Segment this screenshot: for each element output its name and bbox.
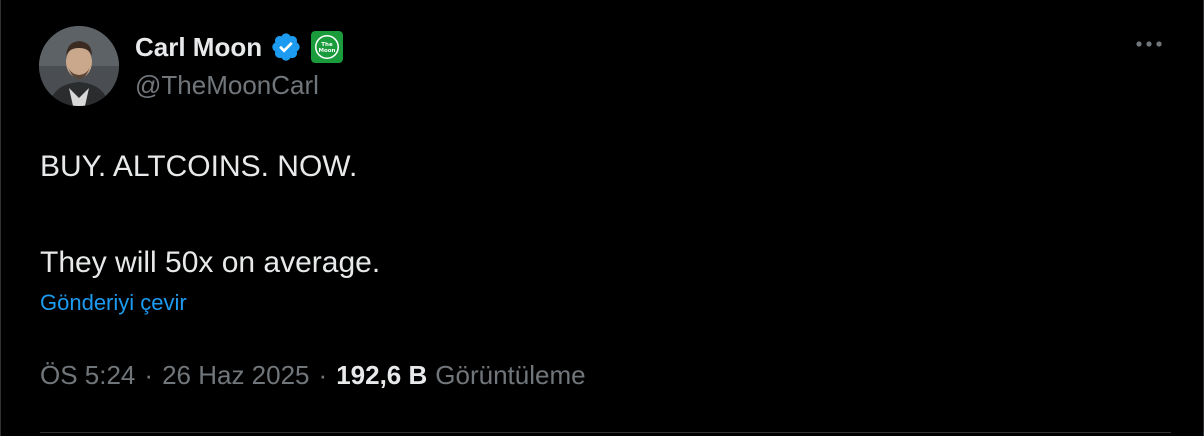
more-options-icon[interactable] [1129, 30, 1169, 58]
svg-text:Moon: Moon [319, 48, 336, 54]
tweet-time[interactable]: ÖS 5:24 [40, 360, 135, 391]
tweet-meta: ÖS 5:24 · 26 Haz 2025 · 192,6 B Görüntül… [40, 360, 586, 391]
views-label: Görüntüleme [435, 360, 586, 390]
the-moon-affiliate-badge-icon[interactable]: The Moon [311, 31, 344, 63]
author-names: Carl Moon The Moon @TheMoonCarl [135, 30, 344, 101]
translate-post-link[interactable]: Gönderiyi çevir [40, 290, 187, 316]
meta-separator: · [318, 360, 328, 390]
name-row: Carl Moon The Moon [135, 30, 344, 64]
verified-badge-icon[interactable] [270, 31, 302, 63]
avatar[interactable] [39, 26, 119, 106]
tweet-header: Carl Moon The Moon @TheMoonCarl [39, 26, 344, 106]
meta-separator: · [144, 360, 154, 390]
views-count[interactable]: 192,6 B [336, 360, 427, 391]
display-name[interactable]: Carl Moon [135, 32, 262, 63]
tweet-text: BUY. ALTCOINS. NOW. They will 50x on ave… [40, 150, 381, 279]
tweet-container: Carl Moon The Moon @TheMoonCarl BUY. ALT… [0, 0, 1204, 436]
divider [40, 432, 1171, 433]
tweet-date[interactable]: 26 Haz 2025 [162, 360, 309, 391]
author-handle[interactable]: @TheMoonCarl [135, 70, 343, 101]
